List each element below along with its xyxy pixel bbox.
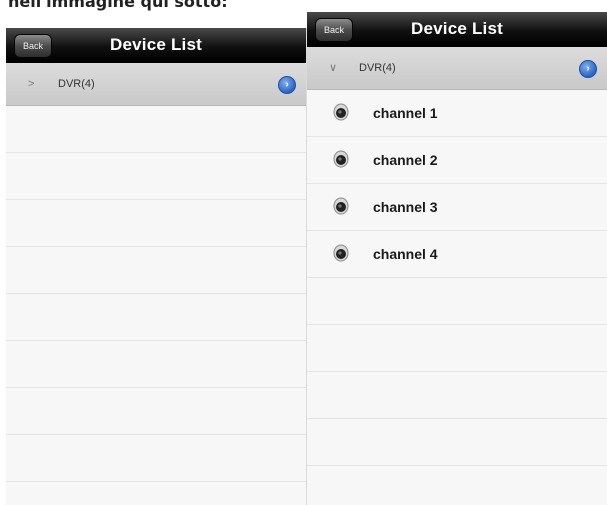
empty-row	[6, 247, 306, 294]
channel-row[interactable]: channel 4	[307, 231, 607, 278]
channel-label: channel 4	[373, 246, 438, 262]
empty-row	[6, 482, 306, 505]
screen-title: Device List	[110, 35, 202, 54]
screen-title: Device List	[411, 19, 503, 38]
empty-row	[6, 435, 306, 482]
chevron-right-icon: >	[28, 78, 35, 90]
dvr-group-row[interactable]: > DVR(4) ›	[6, 63, 306, 106]
camera-icon	[333, 150, 349, 168]
chevron-down-icon: ∨	[329, 62, 338, 74]
empty-row	[6, 388, 306, 435]
channel-row[interactable]: channel 1	[307, 90, 607, 137]
empty-row	[307, 372, 607, 419]
detail-disclosure-button[interactable]: ›	[278, 76, 296, 94]
dvr-group-row[interactable]: ∨ DVR(4) ›	[307, 47, 607, 90]
device-list-screen-expanded: Back Device List ∨ DVR(4) › channel 1 ch…	[307, 12, 607, 505]
navigation-bar: Back Device List	[6, 28, 306, 63]
empty-row	[6, 106, 306, 153]
camera-icon	[333, 197, 349, 215]
empty-row	[307, 325, 607, 372]
empty-row	[6, 294, 306, 341]
channel-label: channel 3	[373, 199, 438, 215]
empty-row	[6, 153, 306, 200]
empty-row	[307, 278, 607, 325]
camera-icon	[333, 103, 349, 121]
empty-row	[6, 341, 306, 388]
channel-row[interactable]: channel 2	[307, 137, 607, 184]
device-list-screen-collapsed: Back Device List > DVR(4) ›	[6, 28, 307, 505]
empty-row	[307, 419, 607, 466]
navigation-bar: Back Device List	[307, 12, 607, 47]
detail-disclosure-button[interactable]: ›	[579, 60, 597, 78]
channel-row[interactable]: channel 3	[307, 184, 607, 231]
channel-label: channel 1	[373, 105, 438, 121]
caption-text: nell'immagine qui sotto:	[8, 0, 228, 11]
channel-label: channel 2	[373, 152, 438, 168]
empty-row	[307, 466, 607, 505]
group-label: DVR(4)	[359, 62, 396, 74]
group-label: DVR(4)	[58, 78, 95, 90]
empty-row	[6, 200, 306, 247]
camera-icon	[333, 244, 349, 262]
